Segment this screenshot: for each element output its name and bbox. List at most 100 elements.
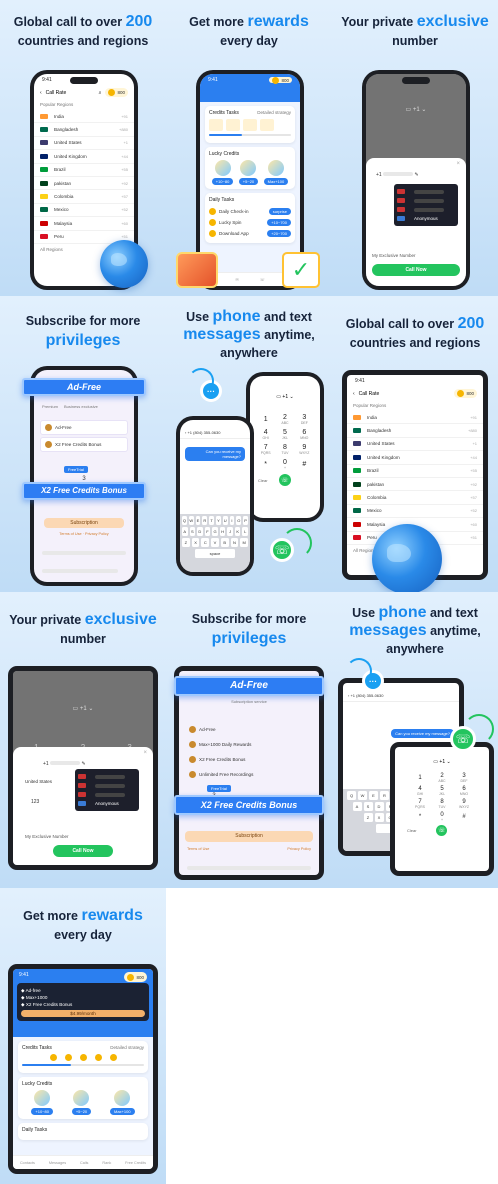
dial-key[interactable]: 3 DEF <box>453 773 475 783</box>
keyboard-key[interactable]: Q <box>182 516 187 525</box>
keyboard-key[interactable]: E <box>369 791 378 800</box>
keyboard-key[interactable]: D <box>197 527 203 536</box>
task-tile[interactable] <box>243 119 257 131</box>
tab-business[interactable]: Business exclusive <box>64 404 98 409</box>
country-row[interactable]: India +91 <box>34 110 134 124</box>
nav-tab[interactable]: Messages <box>49 1161 66 1165</box>
dial-key[interactable]: 4 GHI <box>409 786 431 796</box>
dial-key[interactable]: 0 + <box>275 459 294 470</box>
task-button[interactable]: +10~700 <box>267 219 291 226</box>
keyboard-key[interactable]: Q <box>347 791 356 800</box>
lucky-item[interactable]: +5~20 <box>71 1090 92 1115</box>
back-arrow-icon[interactable]: ‹ <box>40 90 42 96</box>
privacy-link[interactable]: Privacy Policy <box>85 532 109 536</box>
country-row[interactable]: pakistan +92 <box>347 478 483 492</box>
keyboard-key[interactable]: R <box>202 516 208 525</box>
credits-badge[interactable]: 800 <box>124 972 147 982</box>
dial-key[interactable]: 8 TUV <box>275 444 294 455</box>
dial-key[interactable]: 7 PQRS <box>256 444 275 455</box>
back-arrow-icon[interactable]: ‹ <box>353 391 355 397</box>
subscription-button[interactable]: Subscription <box>44 518 124 528</box>
nav-tab[interactable]: Free Credits <box>125 1161 146 1165</box>
keyboard-key[interactable]: X <box>191 538 200 547</box>
keyboard-key[interactable]: W <box>358 791 367 800</box>
lucky-item[interactable]: Max+100 <box>110 1090 135 1115</box>
dialer-code[interactable]: ▭ +1 ⌄ <box>395 747 489 765</box>
dial-key[interactable]: 8 TUV <box>431 799 453 809</box>
rule-link[interactable]: Detailed strategy <box>257 110 291 116</box>
keyboard-key[interactable]: B <box>220 538 229 547</box>
country-row[interactable]: India +91 <box>347 411 483 425</box>
lucky-item[interactable]: +10~80 <box>31 1090 53 1115</box>
keyboard-key[interactable]: M <box>240 538 249 547</box>
credits-badge[interactable]: 800 <box>269 76 292 84</box>
dial-key[interactable]: 5 JKL <box>275 429 294 440</box>
keyboard-key[interactable]: A <box>181 527 188 536</box>
country-row[interactable]: Malaysia +60 <box>34 217 134 231</box>
dial-key[interactable]: 6 MNO <box>453 786 475 796</box>
dial-key[interactable]: 2 ABC <box>431 773 453 783</box>
task-button[interactable]: surprise <box>268 208 291 215</box>
keyboard-key[interactable]: K <box>234 527 241 536</box>
keyboard-key[interactable]: R <box>380 791 389 800</box>
dial-key[interactable]: 0 + <box>431 812 453 822</box>
keyboard-key[interactable]: Z <box>363 813 373 822</box>
keyboard-key[interactable]: S <box>363 802 373 811</box>
call-button[interactable]: ☏ <box>278 474 291 486</box>
keyboard-key[interactable]: G <box>212 527 218 536</box>
country-row[interactable]: Mexico +52 <box>34 204 134 218</box>
keyboard-key[interactable]: Z <box>181 538 190 547</box>
keyboard-key[interactable]: Y <box>216 516 221 525</box>
keyboard-key[interactable]: V <box>211 538 219 547</box>
nav-tab[interactable]: Contacts <box>20 1161 35 1165</box>
keyboard-key[interactable]: T <box>209 516 214 525</box>
nav-tab[interactable]: ☏ <box>260 277 265 282</box>
tab-premium[interactable]: Premium <box>42 404 58 409</box>
dial-key[interactable]: 6 MNO <box>295 429 314 440</box>
credits-badge[interactable]: 800 <box>454 389 477 398</box>
space-key[interactable]: space <box>195 549 235 558</box>
terms-link[interactable]: Terms of Use <box>59 532 81 536</box>
call-now-button[interactable]: Call Now <box>53 845 113 857</box>
search-icon[interactable]: ⌕ <box>99 90 102 96</box>
price-button[interactable]: $4.99/month <box>21 1010 145 1017</box>
call-button[interactable]: ☏ <box>436 825 448 836</box>
number-picker[interactable]: Anonymous <box>75 769 139 811</box>
keyboard-key[interactable]: U <box>222 516 228 525</box>
task-tile[interactable] <box>209 119 223 131</box>
keyboard-key[interactable]: D <box>374 802 384 811</box>
dial-key[interactable]: 1 <box>409 773 431 783</box>
dial-key[interactable]: 3 DEF <box>295 414 314 425</box>
anonymous-option[interactable]: Anonymous <box>95 801 119 806</box>
dial-key[interactable]: 7 PQRS <box>409 799 431 809</box>
dial-key[interactable]: 1 <box>256 414 275 425</box>
lucky-item[interactable]: Max+100 <box>263 160 289 185</box>
country-row[interactable]: Bangladesh +880 <box>34 123 134 137</box>
credits-badge[interactable]: 800 <box>105 88 128 97</box>
subscription-button[interactable]: Subscription <box>185 831 313 842</box>
keyboard-key[interactable]: P <box>243 516 248 525</box>
dial-key[interactable]: # <box>453 812 475 822</box>
nav-tab[interactable]: Calls <box>80 1161 88 1165</box>
clear-button[interactable]: Clear <box>407 828 417 833</box>
dial-key[interactable]: 5 JKL <box>431 786 453 796</box>
dial-key[interactable]: * <box>409 812 431 822</box>
task-tile[interactable] <box>226 119 240 131</box>
nav-tab[interactable]: Rank <box>102 1161 111 1165</box>
country-row[interactable]: Colombia +57 <box>34 190 134 204</box>
country-row[interactable]: United States +1 <box>34 137 134 151</box>
country-row[interactable]: Bangladesh +880 <box>347 424 483 438</box>
task-tile[interactable] <box>260 119 274 131</box>
keyboard-key[interactable]: O <box>236 516 242 525</box>
dial-key[interactable]: * <box>256 459 275 470</box>
dialer-code[interactable]: ▭ +1 ⌄ <box>250 376 320 400</box>
rule-link[interactable]: Detailed strategy <box>110 1045 144 1051</box>
lucky-item[interactable]: +10~80 <box>211 160 234 185</box>
dial-key[interactable]: 4 GHI <box>256 429 275 440</box>
keyboard-key[interactable]: A <box>352 802 362 811</box>
country-row[interactable]: United Kingdom +44 <box>347 451 483 465</box>
keyboard-key[interactable]: N <box>230 538 239 547</box>
close-icon[interactable]: × <box>366 158 466 170</box>
country-row[interactable]: Brazil +55 <box>34 164 134 177</box>
number-picker[interactable]: Anonymous <box>394 184 458 226</box>
